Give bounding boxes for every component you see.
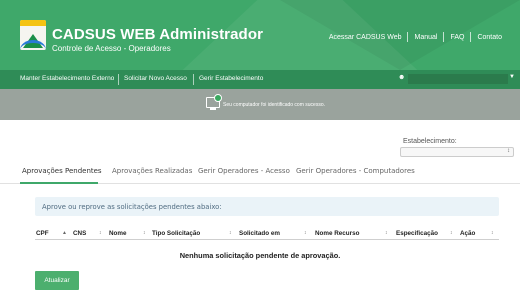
app-subtitle: Controle de Acesso - Operadores bbox=[52, 44, 171, 53]
identification-banner: Seu computador foi identificado com suce… bbox=[0, 89, 520, 120]
sort-icon[interactable]: ↕ bbox=[229, 230, 232, 236]
cadsus-logo bbox=[20, 20, 46, 50]
column-header-cpf[interactable]: CPF bbox=[36, 230, 49, 237]
column-header-nome-recurso[interactable]: Nome Recurso bbox=[315, 230, 359, 237]
nav-item-gerir-estabelecimento[interactable]: Gerir Estabelecimento bbox=[199, 75, 263, 82]
user-menu[interactable] bbox=[408, 74, 508, 84]
sort-icon[interactable]: ↕ bbox=[304, 230, 307, 236]
tab-aprovacoes-pendentes[interactable]: Aprovações Pendentes bbox=[22, 167, 102, 175]
app-header: CADSUS WEB Administrador Controle de Ace… bbox=[0, 0, 520, 70]
link-manual[interactable]: Manual bbox=[408, 34, 443, 41]
user-icon[interactable]: ☻ bbox=[398, 74, 405, 81]
sort-icon[interactable]: ↕ bbox=[385, 230, 388, 236]
establishment-select[interactable]: ↕ bbox=[400, 147, 514, 157]
column-header-acao[interactable]: Ação bbox=[460, 230, 475, 237]
select-arrow-icon: ↕ bbox=[507, 148, 510, 154]
check-icon bbox=[214, 94, 222, 102]
main-nav: Manter Estabelecimento Externo Solicitar… bbox=[0, 70, 520, 89]
establishment-label: Estabelecimento: bbox=[403, 138, 457, 145]
column-header-nome[interactable]: Nome bbox=[109, 230, 127, 237]
tab-gerir-operadores-computadores[interactable]: Gerir Operadores - Computadores bbox=[296, 167, 415, 175]
tab-aprovacoes-realizadas[interactable]: Aprovações Realizadas bbox=[112, 167, 192, 175]
refresh-button[interactable]: Atualizar bbox=[35, 271, 79, 290]
link-acessar-cadsus-web[interactable]: Acessar CADSUS Web bbox=[323, 34, 408, 41]
tab-bar: Aprovações Pendentes Aprovações Realizad… bbox=[0, 164, 520, 184]
refresh-button-label: Atualizar bbox=[44, 277, 70, 284]
sort-icon[interactable]: ↕ bbox=[143, 230, 146, 236]
sort-icon[interactable]: ↕ bbox=[491, 230, 494, 236]
app-title: CADSUS WEB Administrador bbox=[52, 26, 264, 43]
column-header-solicitado-em[interactable]: Solicitado em bbox=[239, 230, 280, 237]
nav-item-manter-estabelecimento[interactable]: Manter Estabelecimento Externo bbox=[20, 75, 114, 82]
sort-icon[interactable]: ↕ bbox=[450, 230, 453, 236]
divider bbox=[118, 74, 119, 85]
instruction-alert: Aprove ou reprove as solicitações penden… bbox=[35, 197, 499, 216]
nav-item-solicitar-acesso[interactable]: Solicitar Novo Acesso bbox=[124, 75, 187, 82]
column-header-especificacao[interactable]: Especificação bbox=[396, 230, 438, 237]
sort-icon[interactable]: ↕ bbox=[99, 230, 102, 236]
sort-asc-icon[interactable]: ▲ bbox=[62, 230, 67, 236]
link-contato[interactable]: Contato bbox=[471, 34, 508, 41]
chevron-down-icon[interactable]: ▼ bbox=[509, 74, 515, 80]
instruction-text: Aprove ou reprove as solicitações penden… bbox=[42, 203, 222, 211]
column-header-cns[interactable]: CNS bbox=[73, 230, 86, 237]
table-header-divider bbox=[35, 239, 499, 240]
link-faq[interactable]: FAQ bbox=[444, 34, 470, 41]
divider bbox=[193, 74, 194, 85]
empty-table-message: Nenhuma solicitação pendente de aprovaçã… bbox=[179, 251, 341, 260]
column-header-tipo-solicitacao[interactable]: Tipo Solicitação bbox=[152, 230, 200, 237]
active-tab-indicator bbox=[20, 182, 98, 184]
top-links: Acessar CADSUS Web Manual FAQ Contato bbox=[323, 32, 508, 42]
tab-gerir-operadores-acesso[interactable]: Gerir Operadores - Acesso bbox=[198, 167, 290, 175]
identification-message: Seu computador foi identificado com suce… bbox=[223, 102, 325, 108]
